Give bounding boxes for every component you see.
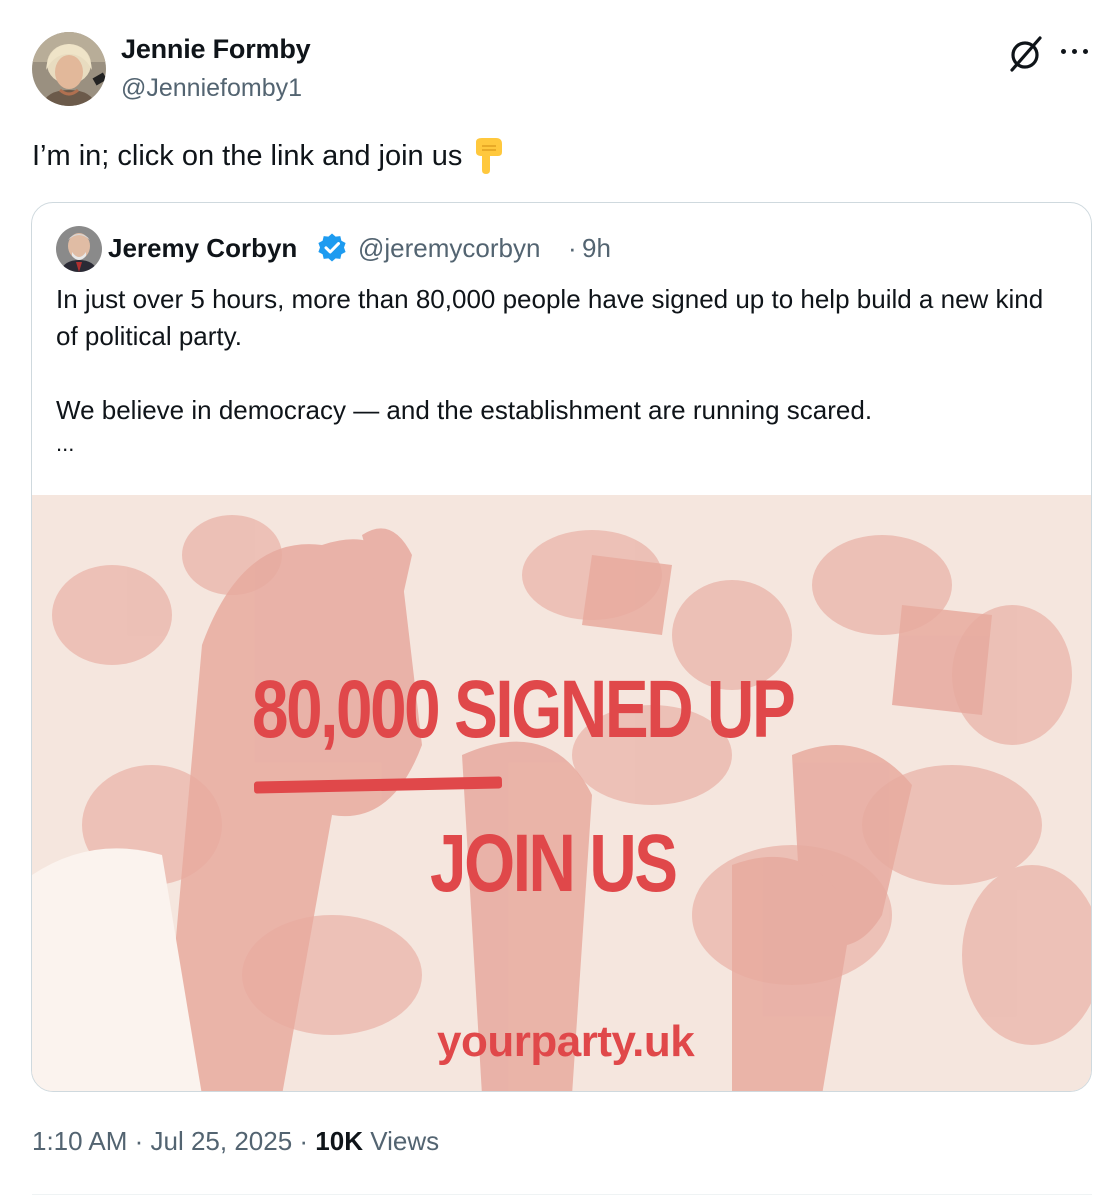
divider xyxy=(32,1194,1092,1195)
tweet-text: I’m in; click on the link and join us xyxy=(32,136,506,176)
image-headline: 80,000 SIGNED UP xyxy=(252,664,796,755)
quoted-tweet-card[interactable]: Jeremy Corbyn @jeremycorbyn · 9h In just… xyxy=(31,202,1092,1092)
quoted-post-age[interactable]: 9h xyxy=(582,233,611,264)
meta-separator: · xyxy=(568,233,577,263)
truncation-ellipsis: ... xyxy=(56,431,75,456)
post-metadata: 1:10 AM · Jul 25, 2025 · 10K Views xyxy=(32,1126,439,1157)
author-handle[interactable]: @Jenniefomby1 xyxy=(121,74,302,103)
author-avatar[interactable] xyxy=(32,32,106,106)
image-site-url: yourparty.uk xyxy=(437,1017,695,1066)
grok-icon[interactable] xyxy=(1006,34,1046,74)
image-cta: JOIN US xyxy=(430,818,678,909)
author-name[interactable]: Jennie Formby xyxy=(121,34,311,65)
more-options-icon[interactable] xyxy=(1058,40,1092,64)
views-count[interactable]: 10K xyxy=(315,1126,363,1156)
crowd-background xyxy=(32,495,1091,1091)
quoted-text-line: In just over 5 hours, more than 80,000 p… xyxy=(56,284,1044,351)
tweet-text-content: I’m in; click on the link and join us xyxy=(32,140,463,172)
quoted-text-line: We believe in democracy — and the establ… xyxy=(56,395,873,425)
quoted-author-name[interactable]: Jeremy Corbyn xyxy=(108,233,297,264)
verified-badge-icon xyxy=(316,232,348,264)
quoted-tweet-image[interactable]: 80,000 SIGNED UP JOIN US yourparty.uk xyxy=(32,495,1091,1091)
views-label: Views xyxy=(370,1126,440,1156)
quoted-author-avatar[interactable] xyxy=(56,226,102,272)
quoted-tweet-text: In just over 5 hours, more than 80,000 p… xyxy=(56,281,1066,429)
backhand-index-pointing-down-icon xyxy=(470,136,506,176)
tweet: Jennie Formby @Jenniefomby1 I’m in; clic… xyxy=(0,0,1110,1200)
quoted-author-handle[interactable]: @jeremycorbyn xyxy=(358,233,540,264)
post-timestamp[interactable]: 1:10 AM · Jul 25, 2025 · xyxy=(32,1126,308,1156)
